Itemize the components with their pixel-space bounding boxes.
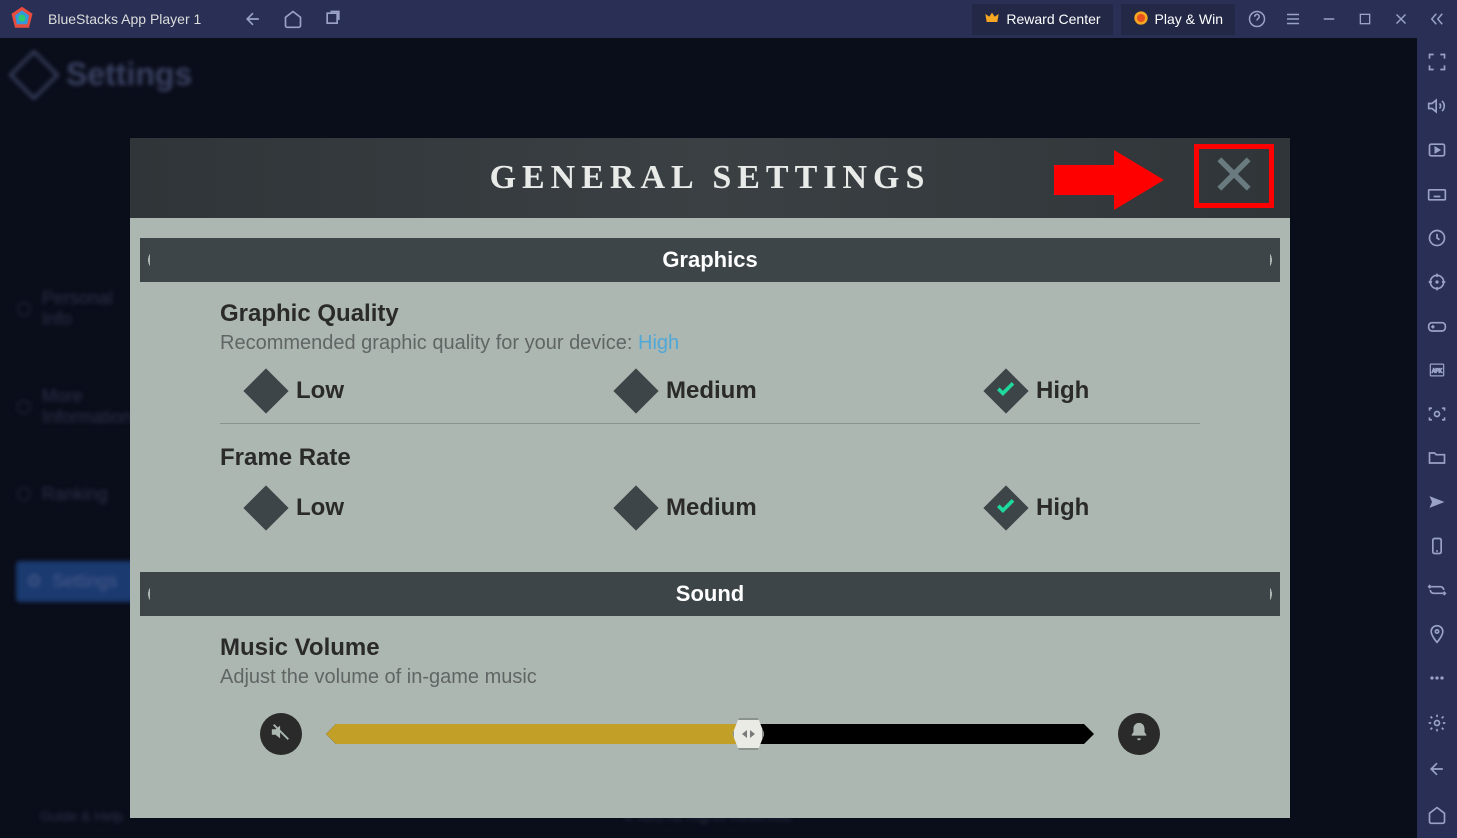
airplane-icon[interactable]: [1426, 492, 1448, 512]
gamepad-icon[interactable]: [1426, 316, 1448, 336]
collapse-sidebar-icon[interactable]: [1423, 5, 1451, 33]
graphic-quality-low[interactable]: Low: [250, 375, 430, 407]
max-volume-button[interactable]: [1118, 713, 1160, 755]
help-icon[interactable]: [1243, 5, 1271, 33]
radio-diamond-checked-icon: [983, 485, 1028, 530]
close-icon: [1212, 152, 1256, 201]
app-title: BlueStacks App Player 1: [48, 11, 201, 27]
radio-diamond-icon: [613, 485, 658, 530]
maximize-icon[interactable]: [1351, 5, 1379, 33]
general-settings-modal: GENERAL SETTINGS Graphics Graphic Qualit…: [130, 138, 1290, 818]
graphic-quality-block: Graphic Quality Recommended graphic qual…: [150, 282, 1270, 436]
coin-icon: [1133, 10, 1149, 29]
keyboard-icon[interactable]: [1426, 184, 1448, 204]
radio-diamond-icon: [613, 368, 658, 413]
radio-diamond-icon: [243, 368, 288, 413]
more-icon[interactable]: [1426, 668, 1448, 688]
graphic-quality-desc: Recommended graphic quality for your dev…: [220, 332, 1200, 355]
frame-rate-high[interactable]: High: [990, 492, 1170, 524]
modal-header: GENERAL SETTINGS: [130, 138, 1290, 218]
settings-diamond-icon: [9, 49, 60, 100]
frame-rate-medium[interactable]: Medium: [620, 492, 800, 524]
music-volume-slider[interactable]: [326, 724, 1094, 744]
home-icon[interactable]: [283, 9, 303, 29]
screenshot-icon[interactable]: [1426, 404, 1448, 424]
graphics-section-header: Graphics: [150, 238, 1270, 282]
modal-body: Graphics Graphic Quality Recommended gra…: [130, 238, 1290, 787]
slider-thumb[interactable]: [732, 718, 764, 750]
bg-menu-settings: ⚙Settings: [16, 561, 136, 602]
settings-gear-icon[interactable]: [1426, 712, 1448, 734]
graphic-quality-medium[interactable]: Medium: [620, 375, 800, 407]
phone-icon[interactable]: [1426, 536, 1448, 556]
sidebar-home-icon[interactable]: [1426, 804, 1448, 826]
emulator-sidebar: APK: [1417, 38, 1457, 838]
apk-icon[interactable]: APK: [1426, 360, 1448, 380]
option-label: High: [1036, 494, 1089, 522]
bg-menu-ranking: ⬡Ranking: [16, 484, 136, 505]
video-icon[interactable]: [1426, 140, 1448, 160]
modal-close-button[interactable]: [1194, 144, 1274, 208]
radio-diamond-checked-icon: [983, 368, 1028, 413]
bluestacks-logo-icon: [8, 5, 36, 33]
option-label: Medium: [666, 377, 757, 405]
window-close-icon[interactable]: [1387, 5, 1415, 33]
graphic-quality-high[interactable]: High: [990, 375, 1170, 407]
option-label: High: [1036, 377, 1089, 405]
music-volume-title: Music Volume: [220, 634, 1200, 662]
sidebar-back-icon[interactable]: [1426, 758, 1448, 780]
reward-center-button[interactable]: Reward Center: [972, 4, 1112, 35]
svg-text:APK: APK: [1432, 369, 1443, 375]
menu-icon[interactable]: [1279, 5, 1307, 33]
modal-title: GENERAL SETTINGS: [490, 159, 931, 197]
option-label: Low: [296, 377, 344, 405]
volume-icon[interactable]: [1426, 96, 1448, 116]
bg-settings-header: Settings: [16, 56, 192, 93]
frame-rate-title: Frame Rate: [220, 444, 1200, 472]
location-icon[interactable]: [1426, 624, 1448, 644]
history-icon[interactable]: [1426, 228, 1448, 248]
music-volume-block: Music Volume Adjust the volume of in-gam…: [150, 616, 1270, 787]
back-icon[interactable]: [243, 9, 263, 29]
reward-center-label: Reward Center: [1006, 11, 1100, 27]
graphic-quality-title: Graphic Quality: [220, 300, 1200, 328]
mute-icon: [270, 721, 292, 748]
play-win-button[interactable]: Play & Win: [1121, 4, 1235, 35]
recent-apps-icon[interactable]: [323, 9, 343, 29]
annotation-red-arrow-icon: [1054, 150, 1164, 210]
target-icon[interactable]: [1426, 272, 1448, 292]
play-win-label: Play & Win: [1155, 11, 1223, 27]
frame-rate-block: Frame Rate Low Medium High: [150, 436, 1270, 552]
mute-button[interactable]: [260, 713, 302, 755]
bell-icon: [1128, 721, 1150, 748]
bg-menu: ⬡Personal Info ⬡More Information ⬡Rankin…: [16, 288, 136, 602]
option-label: Low: [296, 494, 344, 522]
music-volume-desc: Adjust the volume of in-game music: [220, 666, 1200, 689]
main-area: Settings ⬡Personal Info ⬡More Informatio…: [0, 38, 1457, 838]
crown-icon: [984, 10, 1000, 29]
bg-menu-personal: ⬡Personal Info: [16, 288, 136, 330]
option-label: Medium: [666, 494, 757, 522]
fullscreen-icon[interactable]: [1426, 52, 1448, 72]
minimize-icon[interactable]: [1315, 5, 1343, 33]
radio-diamond-icon: [243, 485, 288, 530]
slider-track-fill: [326, 724, 748, 744]
rotate-icon[interactable]: [1426, 580, 1448, 600]
bg-guide-help: Guide & Help: [40, 808, 123, 824]
folder-icon[interactable]: [1426, 448, 1448, 468]
bg-settings-label: Settings: [66, 56, 192, 93]
bg-menu-more: ⬡More Information: [16, 386, 136, 428]
titlebar: BlueStacks App Player 1 Reward Center Pl…: [0, 0, 1457, 38]
sound-section-header: Sound: [150, 572, 1270, 616]
frame-rate-low[interactable]: Low: [250, 492, 430, 524]
